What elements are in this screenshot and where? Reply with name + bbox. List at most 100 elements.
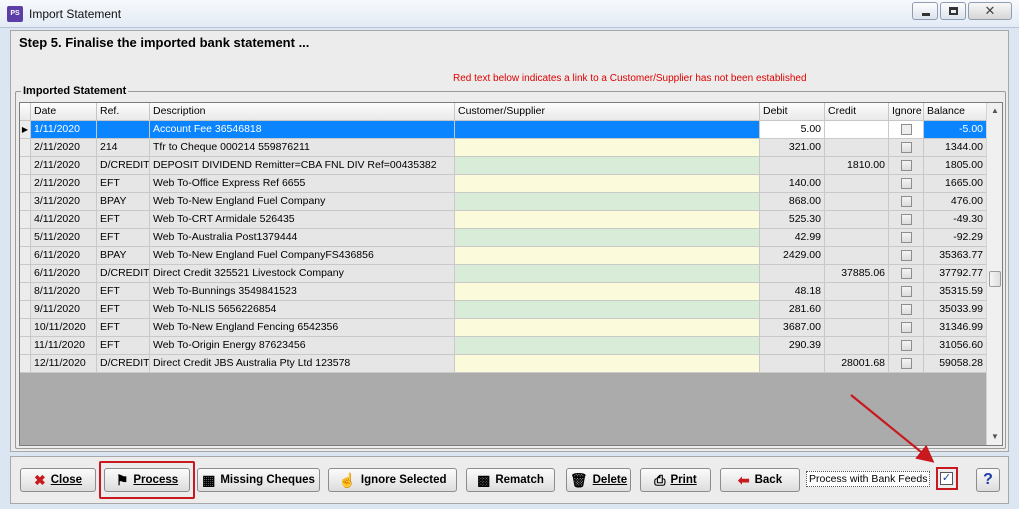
ignore-checkbox[interactable] (900, 286, 912, 297)
cell-description[interactable]: DEPOSIT DIVIDEND Remitter=CBA FNL DIV Re… (150, 157, 455, 175)
cell-credit[interactable] (825, 175, 889, 193)
cell-description[interactable]: Account Fee 36546818 (150, 121, 455, 139)
cell-credit[interactable] (825, 337, 889, 355)
cell-ignore[interactable] (889, 247, 924, 265)
cell-date[interactable]: 12/11/2020 (31, 355, 97, 373)
cell-ref[interactable]: D/CREDIT (97, 355, 150, 373)
help-button[interactable]: ? (976, 468, 1000, 492)
cell-description[interactable]: Web To-New England Fencing 6542356 (150, 319, 455, 337)
cell-date[interactable]: 9/11/2020 (31, 301, 97, 319)
column-header-description[interactable]: Description (150, 103, 455, 121)
ignore-checkbox[interactable] (900, 142, 912, 153)
cell-debit[interactable] (760, 157, 825, 175)
cell-credit[interactable] (825, 283, 889, 301)
cell-debit[interactable]: 5.00 (760, 121, 825, 139)
cell-date[interactable]: 1/11/2020 (31, 121, 97, 139)
cell-debit[interactable]: 140.00 (760, 175, 825, 193)
cell-debit[interactable]: 2429.00 (760, 247, 825, 265)
cell-ref[interactable]: EFT (97, 301, 150, 319)
cell-ref[interactable]: EFT (97, 337, 150, 355)
ignore-checkbox[interactable] (900, 232, 912, 243)
cell-debit[interactable] (760, 265, 825, 283)
column-header-ref-[interactable]: Ref. (97, 103, 150, 121)
cell-balance[interactable]: 1805.00 (924, 157, 987, 175)
cell-ignore[interactable] (889, 157, 924, 175)
table-row[interactable]: 11/11/2020 EFT Web To-Origin Energy 876234… (20, 337, 987, 355)
table-row[interactable]: 12/11/2020 D/CREDIT Direct Credit JBS Aust… (20, 355, 987, 373)
cell-customer-supplier[interactable] (455, 337, 760, 355)
cell-balance[interactable]: 37792.77 (924, 265, 987, 283)
delete-button[interactable]: 🗑 Delete (566, 468, 631, 492)
table-row[interactable]: 2/11/2020 D/CREDIT DEPOSIT DIVIDEND Remitt… (20, 157, 987, 175)
back-button[interactable]: ⬅ Back (720, 468, 800, 492)
cell-ignore[interactable] (889, 211, 924, 229)
print-button[interactable]: ⎙ Print (640, 468, 711, 492)
window-close-button[interactable]: ✕ (968, 2, 1012, 20)
cell-date[interactable]: 2/11/2020 (31, 175, 97, 193)
ignore-selected-button[interactable]: ☝ Ignore Selected (328, 468, 457, 492)
cell-customer-supplier[interactable] (455, 229, 760, 247)
cell-credit[interactable]: 1810.00 (825, 157, 889, 175)
cell-balance[interactable]: 31056.60 (924, 337, 987, 355)
cell-date[interactable]: 2/11/2020 (31, 157, 97, 175)
table-row[interactable]: 6/11/2020 BPAY Web To-New England Fuel Com… (20, 247, 987, 265)
cell-description[interactable]: Web To-Office Express Ref 6655 (150, 175, 455, 193)
cell-customer-supplier[interactable] (455, 175, 760, 193)
cell-ref[interactable]: 214 (97, 139, 150, 157)
cell-customer-supplier[interactable] (455, 193, 760, 211)
cell-ignore[interactable] (889, 229, 924, 247)
cell-balance[interactable]: -49.30 (924, 211, 987, 229)
ignore-checkbox[interactable] (900, 124, 912, 135)
cell-ignore[interactable] (889, 301, 924, 319)
cell-balance[interactable]: 476.00 (924, 193, 987, 211)
cell-customer-supplier[interactable] (455, 157, 760, 175)
ignore-checkbox[interactable] (900, 250, 912, 261)
table-row[interactable]: 3/11/2020 BPAY Web To-New England Fuel Com… (20, 193, 987, 211)
ignore-checkbox[interactable] (900, 322, 912, 333)
column-header-indicator[interactable] (20, 103, 31, 121)
cell-balance[interactable]: -92.29 (924, 229, 987, 247)
cell-credit[interactable] (825, 301, 889, 319)
column-header-customer-supplier[interactable]: Customer/Supplier (455, 103, 760, 121)
scroll-down-icon[interactable]: ▼ (987, 429, 1002, 445)
table-row[interactable]: 10/11/2020 EFT Web To-New England Fencing … (20, 319, 987, 337)
cell-description[interactable]: Web To-NLIS 5656226854 (150, 301, 455, 319)
cell-ignore[interactable] (889, 337, 924, 355)
ignore-checkbox[interactable] (900, 340, 912, 351)
cell-ignore[interactable] (889, 319, 924, 337)
cell-credit[interactable] (825, 229, 889, 247)
cell-customer-supplier[interactable] (455, 139, 760, 157)
table-row[interactable]: 2/11/2020 214 Tfr to Cheque 000214 5598762… (20, 139, 987, 157)
cell-debit[interactable]: 3687.00 (760, 319, 825, 337)
missing-cheques-button[interactable]: ▦ Missing Cheques (197, 468, 320, 492)
scroll-up-icon[interactable]: ▲ (987, 103, 1002, 119)
cell-description[interactable]: Direct Credit JBS Australia Pty Ltd 1235… (150, 355, 455, 373)
cell-credit[interactable] (825, 247, 889, 265)
cell-customer-supplier[interactable] (455, 355, 760, 373)
cell-customer-supplier[interactable] (455, 301, 760, 319)
table-row[interactable]: 9/11/2020 EFT Web To-NLIS 5656226854 281.60… (20, 301, 987, 319)
cell-customer-supplier[interactable] (455, 247, 760, 265)
cell-date[interactable]: 3/11/2020 (31, 193, 97, 211)
table-row[interactable]: 8/11/2020 EFT Web To-Bunnings 3549841523 48… (20, 283, 987, 301)
cell-credit[interactable] (825, 193, 889, 211)
cell-date[interactable]: 6/11/2020 (31, 265, 97, 283)
cell-date[interactable]: 8/11/2020 (31, 283, 97, 301)
scrollbar-thumb[interactable] (989, 271, 1001, 287)
cell-ref[interactable]: D/CREDIT (97, 265, 150, 283)
cell-description[interactable]: Web To-Australia Post1379444 (150, 229, 455, 247)
cell-credit[interactable] (825, 319, 889, 337)
process-button[interactable]: ⚑ Process (104, 468, 190, 492)
cell-customer-supplier[interactable] (455, 265, 760, 283)
cell-balance[interactable]: -5.00 (924, 121, 987, 139)
cell-balance[interactable]: 35363.77 (924, 247, 987, 265)
cell-date[interactable]: 2/11/2020 (31, 139, 97, 157)
cell-description[interactable]: Web To-Bunnings 3549841523 (150, 283, 455, 301)
cell-ref[interactable]: EFT (97, 283, 150, 301)
cell-balance[interactable]: 35315.59 (924, 283, 987, 301)
close-button[interactable]: ✖ Close (20, 468, 96, 492)
cell-customer-supplier[interactable] (455, 283, 760, 301)
cell-description[interactable]: Web To-CRT Armidale 526435 (150, 211, 455, 229)
ignore-checkbox[interactable] (900, 268, 912, 279)
cell-debit[interactable]: 290.39 (760, 337, 825, 355)
